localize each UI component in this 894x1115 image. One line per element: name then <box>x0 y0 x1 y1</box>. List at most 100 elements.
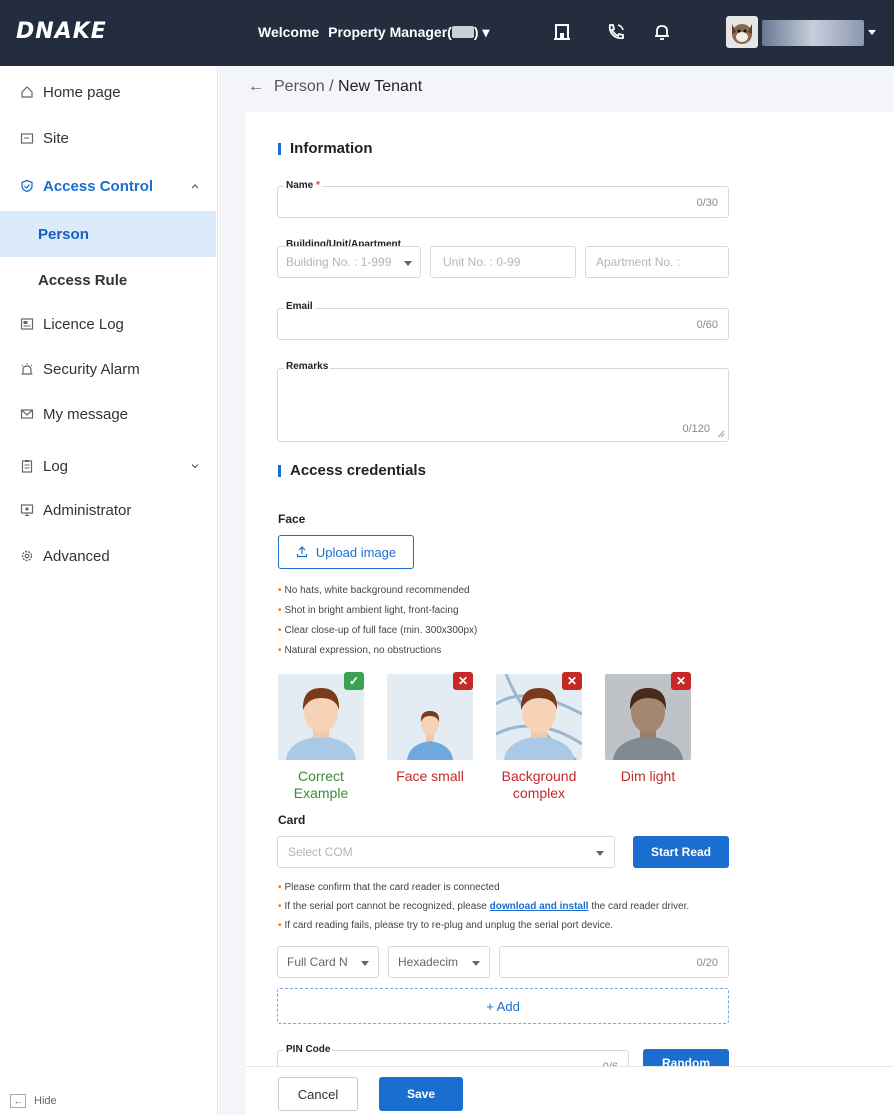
chevron-down-icon <box>596 851 604 856</box>
apartment-placeholder: Apartment No. : <box>596 255 681 269</box>
upload-image-button[interactable]: Upload image <box>278 535 414 569</box>
required-marker: * <box>316 180 320 191</box>
sidebar-item-label: Site <box>43 129 69 147</box>
breadcrumb-parent[interactable]: Person <box>274 78 325 95</box>
sidebar-item-person[interactable]: Person <box>0 211 216 257</box>
monitor-icon <box>20 504 34 516</box>
resize-handle-icon[interactable] <box>717 430 725 438</box>
back-arrow-icon[interactable]: ← <box>248 78 264 95</box>
sidebar-item-label: Access Rule <box>38 271 128 289</box>
upload-icon <box>296 546 307 558</box>
name-label: Name * <box>284 180 322 191</box>
hide-label: Hide <box>34 1095 57 1107</box>
phone-icon[interactable] <box>606 22 626 42</box>
sidebar-item-home[interactable]: Home page <box>0 70 216 114</box>
section-bar <box>278 464 281 477</box>
card-format-select[interactable]: Full Card N <box>277 946 379 978</box>
username-redacted[interactable] <box>762 20 864 46</box>
card-number-field[interactable]: 0/20 <box>499 946 729 978</box>
access-credentials-title: Access credentials <box>278 462 426 479</box>
breadcrumb-separator: / <box>324 78 339 95</box>
sidebar-item-label: Administrator <box>43 501 132 519</box>
licence-icon <box>20 318 34 330</box>
email-label: Email <box>284 301 315 312</box>
sidebar-item-label: Advanced <box>43 547 110 565</box>
sidebar-item-label: Security Alarm <box>43 360 140 378</box>
remarks-field[interactable]: 0/120 <box>277 368 729 442</box>
chevron-up-icon[interactable] <box>190 181 200 191</box>
top-bar: DNAKE Welcome Property Manager( ) ▾ <box>0 0 894 66</box>
building-icon[interactable] <box>552 22 572 42</box>
sidebar-item-security-alarm[interactable]: Security Alarm <box>0 347 216 391</box>
bell-icon[interactable] <box>652 22 672 42</box>
add-card-button[interactable]: + Add <box>277 988 729 1024</box>
apartment-field[interactable]: Apartment No. : <box>585 246 729 278</box>
arrow-left-icon: ← <box>10 1094 26 1108</box>
sidebar-item-licence-log[interactable]: Licence Log <box>0 302 216 346</box>
shield-icon <box>21 179 33 193</box>
welcome-prefix: Welcome <box>258 24 320 40</box>
section-title-text: Information <box>290 140 373 157</box>
user-menu-caret-icon[interactable] <box>868 30 876 35</box>
avatar[interactable] <box>726 16 758 48</box>
sidebar-item-label: Home page <box>43 83 121 101</box>
card-encoding-select[interactable]: Hexadecim <box>388 946 490 978</box>
face-caption: Face small <box>396 768 464 784</box>
sidebar-item-label: Access Control <box>43 177 154 195</box>
email-field[interactable]: 0/60 <box>277 308 729 340</box>
building-placeholder: Building No. : 1-999 <box>286 255 392 269</box>
sidebar-item-advanced[interactable]: Advanced <box>0 534 216 578</box>
sidebar-item-access-control[interactable]: Access Control <box>0 164 216 208</box>
cancel-button[interactable]: Cancel <box>278 1077 358 1111</box>
alarm-icon <box>21 363 33 375</box>
section-title-text: Access credentials <box>290 462 426 479</box>
building-select[interactable]: Building No. : 1-999 <box>277 246 421 278</box>
sidebar-item-access-rule[interactable]: Access Rule <box>0 258 216 302</box>
unit-placeholder: Unit No. : 0-99 <box>443 255 521 269</box>
folder-icon <box>20 133 34 144</box>
chevron-down-icon <box>361 961 369 966</box>
com-select[interactable]: Select COM <box>277 836 615 868</box>
redacted-text <box>451 26 474 38</box>
card-hint: • If card reading fails, please try to re… <box>278 920 614 931</box>
breadcrumb: ← Person / New Tenant <box>248 78 422 96</box>
sidebar-item-label: Licence Log <box>43 315 124 333</box>
role-suffix: ) ▾ <box>473 24 490 40</box>
pin-code-label: PIN Code <box>284 1044 333 1055</box>
start-read-button[interactable]: Start Read <box>633 836 729 868</box>
sidebar-item-label: My message <box>43 405 129 423</box>
card-hint: • If the serial port cannot be recognized… <box>278 901 690 912</box>
name-field[interactable]: 0/30 <box>277 186 729 218</box>
card-hint: • Please confirm that the card reader is … <box>278 882 500 893</box>
form-footer: Cancel Save <box>246 1066 894 1115</box>
face-caption: Background complex <box>501 768 577 801</box>
dnake-logo[interactable]: DNAKE <box>16 19 107 44</box>
chevron-down-icon <box>472 961 480 966</box>
sidebar-item-label: Person <box>38 225 89 243</box>
information-title: Information <box>278 140 373 157</box>
card-encoding-value: Hexadecim <box>398 955 459 969</box>
mail-icon <box>20 409 34 419</box>
download-driver-link[interactable]: download and install <box>490 901 589 912</box>
name-counter: 0/30 <box>696 197 718 209</box>
save-button[interactable]: Save <box>379 1077 463 1111</box>
hide-sidebar-button[interactable]: ← Hide <box>10 1094 57 1108</box>
name-label-text: Name <box>286 180 314 191</box>
role-label: Property Manager( <box>328 24 452 40</box>
com-placeholder: Select COM <box>288 845 353 859</box>
welcome-menu[interactable]: Welcome Property Manager( ) ▾ <box>258 24 489 41</box>
check-badge-icon: ✓ <box>344 672 364 690</box>
unit-field[interactable]: Unit No. : 0-99 <box>430 246 576 278</box>
sidebar-item-my-message[interactable]: My message <box>0 392 216 436</box>
sidebar-item-log[interactable]: Log <box>0 444 216 488</box>
card-format-value: Full Card N <box>287 955 348 969</box>
chevron-down-icon[interactable] <box>190 461 200 471</box>
dog-avatar-icon <box>732 24 752 44</box>
remarks-counter: 0/120 <box>682 423 710 435</box>
sidebar-item-label: Log <box>43 457 69 475</box>
x-badge-icon: ✕ <box>671 672 691 690</box>
sidebar-item-administrator[interactable]: Administrator <box>0 488 216 532</box>
remarks-label: Remarks <box>284 361 331 372</box>
section-bar <box>278 142 281 155</box>
sidebar-item-site[interactable]: Site <box>0 116 216 160</box>
